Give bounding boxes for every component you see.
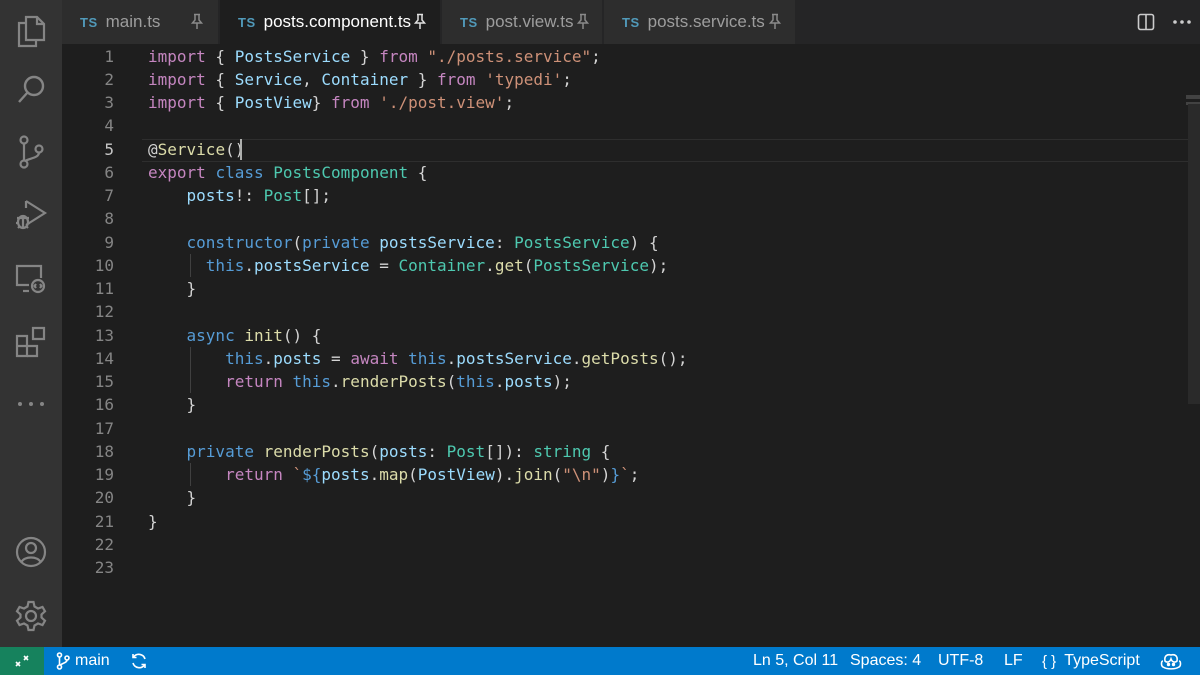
split-editor-icon[interactable]: [1128, 0, 1164, 44]
remote-explorer-icon[interactable]: [0, 250, 62, 306]
code-line: 16 }: [94, 395, 197, 414]
pin-icon[interactable]: [413, 13, 427, 35]
code-line: 21 }: [94, 512, 158, 531]
pin-icon[interactable]: [190, 13, 204, 35]
code-text: }: [148, 395, 197, 414]
code-text: return this.renderPosts(this.posts);: [225, 372, 572, 391]
code-text: constructor(private postsService: PostsS…: [186, 233, 659, 252]
tab-label: posts.service.ts: [647, 12, 765, 31]
copilot-icon[interactable]: [1160, 647, 1182, 675]
code-text: }: [148, 488, 197, 507]
code-line: 2 import { Service, Container } from 'ty…: [104, 70, 572, 89]
tab-posts-component-ts[interactable]: TS posts.component.ts: [220, 0, 441, 44]
code-line: 1 import { PostsService } from "./posts.…: [104, 47, 601, 66]
end-of-line[interactable]: LF: [1004, 647, 1023, 675]
code-line: 19 return `${posts.map(PostView).join("\…: [94, 465, 640, 484]
tab-bar: TS main.ts TS posts.component.ts TS post…: [62, 0, 1200, 44]
code-line: 12: [94, 302, 114, 321]
code-line: 17: [94, 419, 114, 438]
code-line: 11 }: [94, 279, 197, 298]
pin-icon[interactable]: [576, 13, 590, 35]
encoding[interactable]: UTF-8: [938, 647, 983, 675]
code-line: 14 this.posts = await this.postsService.…: [94, 349, 688, 368]
code-line: 4: [104, 116, 114, 135]
code-text: import { Service, Container } from 'type…: [148, 70, 572, 89]
code-text: import { PostsService } from "./posts.se…: [148, 47, 601, 66]
activity-bar: [0, 0, 62, 647]
code-line: 18 private renderPosts(posts: Post[]): s…: [94, 442, 611, 461]
code-text: export class PostsComponent {: [148, 163, 428, 182]
account-icon[interactable]: [0, 524, 62, 580]
code-text: @Service(): [148, 140, 245, 159]
code-line: 22: [94, 535, 114, 554]
code-line: 8: [104, 209, 114, 228]
language-mode[interactable]: { } TypeScript: [1042, 647, 1140, 675]
pin-icon[interactable]: [768, 13, 782, 35]
code-text: }: [148, 279, 197, 298]
typescript-file-icon: TS: [460, 14, 478, 30]
tab-main-ts[interactable]: TS main.ts: [62, 0, 219, 44]
more-icon[interactable]: [0, 376, 62, 432]
settings-gear-icon[interactable]: [0, 588, 62, 644]
language-label: TypeScript: [1064, 652, 1140, 669]
code-line: 9 constructor(private postsService: Post…: [104, 233, 659, 252]
branch-indicator[interactable]: main: [56, 647, 110, 675]
typescript-file-icon: TS: [238, 14, 256, 30]
typescript-file-icon: TS: [80, 14, 98, 30]
branch-name: main: [75, 652, 110, 669]
code-line: 10 this.postsService = Container.get(Pos…: [94, 256, 669, 275]
extensions-icon[interactable]: [0, 314, 62, 370]
code-text: posts!: Post[];: [186, 186, 332, 205]
tab-label: main.ts: [105, 12, 161, 31]
text-cursor: [240, 139, 242, 160]
code-text: import { PostView} from './post.view';: [148, 93, 515, 112]
braces-icon: { }: [1042, 652, 1057, 670]
code-text: return `${posts.map(PostView).join("\n")…: [225, 465, 640, 484]
code-line: 13 async init() {: [94, 326, 322, 345]
remote-indicator[interactable]: [0, 647, 44, 675]
code-text: this.postsService = Container.get(PostsS…: [205, 256, 669, 275]
sync-icon[interactable]: [130, 647, 148, 675]
tab-post-view-ts[interactable]: TS post.view.ts: [442, 0, 603, 44]
code-line: 23: [94, 558, 114, 577]
editor-actions: [1128, 0, 1200, 44]
run-debug-icon[interactable]: [0, 186, 62, 242]
status-bar: main Ln 5, Col 11 Spaces: 4 UTF-8 LF { }…: [0, 647, 1200, 675]
code-line: 20 }: [94, 488, 197, 507]
code-text: }: [148, 512, 158, 531]
tab-label: post.view.ts: [485, 12, 574, 31]
cursor-position[interactable]: Ln 5, Col 11: [753, 647, 838, 675]
code-line: 7 posts!: Post[];: [104, 186, 332, 205]
search-icon[interactable]: [0, 62, 62, 118]
typescript-file-icon: TS: [622, 14, 640, 30]
git-branch-icon: [56, 652, 70, 670]
code-line: 5 @Service(): [104, 139, 245, 160]
code-editor[interactable]: 1 import { PostsService } from "./posts.…: [62, 44, 1200, 647]
tab-posts-service-ts[interactable]: TS posts.service.ts: [604, 0, 796, 44]
code-line: 3 import { PostView} from './post.view';: [104, 93, 515, 112]
tab-label: posts.component.ts: [263, 12, 412, 31]
indentation[interactable]: Spaces: 4: [850, 647, 921, 675]
code-line: 15 return this.renderPosts(this.posts);: [94, 372, 572, 391]
code-text: private renderPosts(posts: Post[]): stri…: [186, 442, 611, 461]
code-line: 6 export class PostsComponent {: [104, 163, 428, 182]
code-text: this.posts = await this.postsService.get…: [225, 349, 688, 368]
explorer-icon[interactable]: [0, 3, 62, 59]
scrollbar[interactable]: [1188, 104, 1200, 404]
source-control-icon[interactable]: [0, 124, 62, 180]
more-actions-icon[interactable]: [1164, 0, 1200, 44]
code-text: async init() {: [186, 326, 322, 345]
scrollbar-marker[interactable]: [1186, 95, 1200, 99]
